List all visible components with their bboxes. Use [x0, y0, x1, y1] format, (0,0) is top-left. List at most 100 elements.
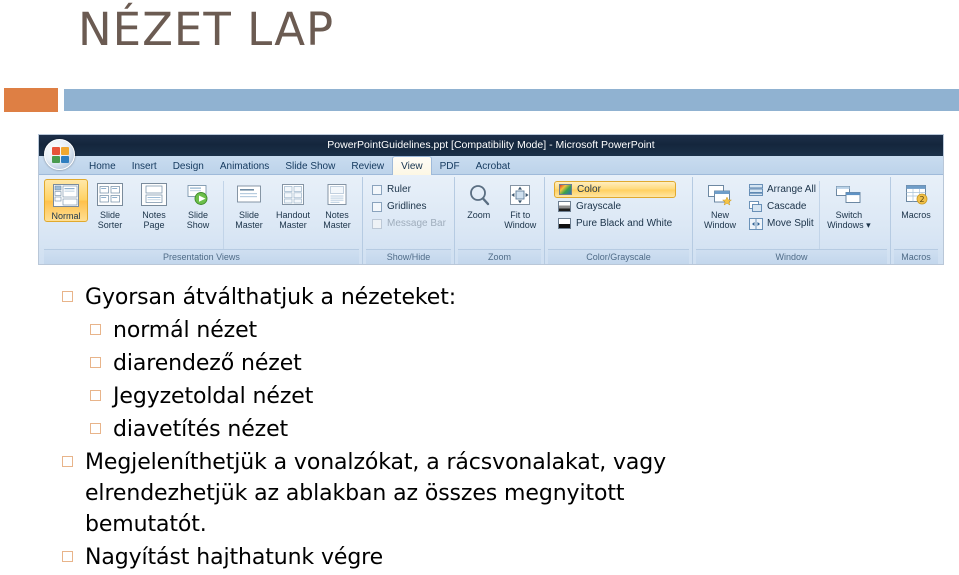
- button-arrange-all[interactable]: Arrange All: [748, 181, 816, 198]
- button-normal-view[interactable]: Normal: [44, 179, 88, 222]
- button-move-split[interactable]: Move Split: [748, 215, 816, 232]
- cascade-icon: [748, 200, 763, 213]
- list-item: Gyorsan átválthatjuk a nézeteket:: [62, 282, 942, 313]
- button-slide-master-label-1: Slide: [238, 210, 259, 220]
- button-arrange-all-label: Arrange All: [767, 184, 816, 195]
- slide-master-icon: [234, 181, 264, 208]
- button-pure-black-and-white-label: Pure Black and White: [576, 218, 673, 229]
- message-bar-checkbox-icon: [372, 218, 382, 229]
- list-item: diarendező nézet: [62, 348, 942, 379]
- list-item-text: Jegyzetoldal nézet: [113, 384, 314, 409]
- window-titlebar: PowerPointGuidelines.ppt [Compatibility …: [39, 135, 943, 156]
- tab-design[interactable]: Design: [165, 157, 212, 176]
- button-macros[interactable]: 2 Macros: [894, 179, 938, 220]
- powerpoint-ribbon-screenshot: PowerPointGuidelines.ppt [Compatibility …: [38, 134, 944, 265]
- list-item-text: diarendező nézet: [113, 351, 302, 376]
- normal-view-icon: [51, 182, 81, 209]
- ribbon-group-zoom: Zoom Fit to Window Zoom: [455, 177, 545, 264]
- checkbox-ruler-label: Ruler: [387, 184, 411, 195]
- office-orb-icon[interactable]: [44, 139, 75, 170]
- button-switch-windows[interactable]: Switch Windows ▾: [823, 179, 875, 230]
- tab-animations[interactable]: Animations: [212, 157, 277, 176]
- button-switch-windows-label-2: Windows ▾: [827, 220, 871, 230]
- bullet-square-icon: [62, 456, 73, 467]
- tab-view[interactable]: View: [392, 156, 432, 175]
- bullet-square-icon: [62, 291, 73, 302]
- bullet-square-icon: [90, 357, 101, 368]
- button-cascade-label: Cascade: [767, 201, 807, 212]
- checkbox-ruler[interactable]: Ruler: [372, 181, 446, 198]
- notes-master-icon: [322, 181, 352, 208]
- button-slide-sorter[interactable]: Slide Sorter: [88, 179, 132, 230]
- button-color[interactable]: Color: [554, 181, 677, 198]
- button-handout-master[interactable]: Handout Master: [271, 179, 315, 230]
- ribbon-group-window: New Window Arrange All Cascade Move Spli…: [693, 177, 891, 264]
- group-label-window: Window: [696, 249, 887, 264]
- button-new-window-label-2: Window: [703, 220, 736, 230]
- page-title: NÉZET LAP: [78, 3, 335, 56]
- group-label-macros: Macros: [894, 249, 938, 264]
- tab-review[interactable]: Review: [343, 157, 392, 176]
- tab-slide-show[interactable]: Slide Show: [277, 157, 343, 176]
- bullet-square-icon: [90, 423, 101, 434]
- tab-insert[interactable]: Insert: [124, 157, 165, 176]
- arrange-all-icon: [748, 183, 763, 196]
- ribbon-group-color-grayscale: Color Grayscale Pure Black and White Col…: [545, 177, 693, 264]
- tab-home[interactable]: Home: [81, 157, 124, 176]
- button-macros-label: Macros: [901, 210, 931, 220]
- group-label-presentation-views: Presentation Views: [44, 249, 359, 264]
- list-item: Jegyzetoldal nézet: [62, 381, 942, 412]
- button-fit-to-window-label-1: Fit to: [510, 210, 531, 220]
- slide-sorter-icon: [95, 181, 125, 208]
- bullet-square-icon: [90, 390, 101, 401]
- button-slide-master[interactable]: Slide Master: [227, 179, 271, 230]
- ribbon-group-show-hide: Ruler Gridlines Message Bar Show/Hide: [363, 177, 455, 264]
- color-swatch-icon: [559, 184, 572, 195]
- group-subdivider: [223, 181, 224, 249]
- group-label-show-hide: Show/Hide: [366, 249, 451, 264]
- tab-acrobat[interactable]: Acrobat: [468, 157, 518, 176]
- list-item-text: diavetítés nézet: [113, 417, 289, 442]
- slide-body-text: Gyorsan átválthatjuk a nézeteket: normál…: [62, 282, 942, 575]
- zoom-magnifier-icon: [464, 181, 494, 208]
- button-normal-view-label: Normal: [51, 211, 81, 221]
- grayscale-swatch-icon: [558, 201, 571, 212]
- window-title: PowerPointGuidelines.ppt [Compatibility …: [327, 139, 655, 151]
- list-item: Nagyítást hajthatunk végre: [62, 542, 942, 573]
- new-window-icon: [705, 181, 735, 208]
- black-white-swatch-icon: [558, 218, 571, 229]
- button-handout-master-label-1: Handout: [275, 210, 311, 220]
- fit-to-window-icon: [505, 181, 535, 208]
- checkbox-gridlines[interactable]: Gridlines: [372, 198, 446, 215]
- list-item-text: Gyorsan átválthatjuk a nézeteket:: [85, 285, 457, 310]
- list-item-text: normál nézet: [113, 318, 258, 343]
- button-notes-page-label-1: Notes: [142, 210, 166, 220]
- button-grayscale[interactable]: Grayscale: [554, 198, 676, 215]
- list-item-text: Megjeleníthetjük a vonalzókat, a rácsvon…: [85, 450, 667, 537]
- accent-bar-blue: [64, 89, 959, 111]
- gridlines-checkbox-icon[interactable]: [372, 201, 382, 212]
- button-move-split-label: Move Split: [767, 218, 814, 229]
- button-zoom[interactable]: Zoom: [458, 179, 500, 220]
- checkbox-message-bar-label: Message Bar: [387, 218, 446, 229]
- ribbon-tabstrip: Home Insert Design Animations Slide Show Revi…: [39, 156, 943, 175]
- group-label-zoom: Zoom: [458, 249, 541, 264]
- button-notes-master[interactable]: Notes Master: [315, 179, 359, 230]
- button-notes-page[interactable]: Notes Page: [132, 179, 176, 230]
- button-handout-master-label-2: Master: [279, 220, 307, 230]
- button-fit-to-window[interactable]: Fit to Window: [500, 179, 542, 230]
- button-fit-to-window-label-2: Window: [504, 220, 537, 230]
- button-pure-black-and-white[interactable]: Pure Black and White: [554, 215, 676, 232]
- move-split-icon: [748, 217, 763, 230]
- list-item-text: Nagyítást hajthatunk végre: [85, 545, 384, 570]
- ruler-checkbox-icon[interactable]: [372, 184, 382, 195]
- svg-text:2: 2: [919, 195, 924, 204]
- button-switch-windows-label-1: Switch: [835, 210, 863, 220]
- checkbox-message-bar: Message Bar: [372, 215, 446, 232]
- button-cascade[interactable]: Cascade: [748, 198, 816, 215]
- ribbon-group-macros: 2 Macros Macros: [891, 177, 941, 264]
- button-slide-show[interactable]: Slide Show: [176, 179, 220, 230]
- button-slide-master-label-2: Master: [235, 220, 263, 230]
- button-new-window[interactable]: New Window: [696, 179, 744, 230]
- tab-pdf[interactable]: PDF: [432, 157, 468, 176]
